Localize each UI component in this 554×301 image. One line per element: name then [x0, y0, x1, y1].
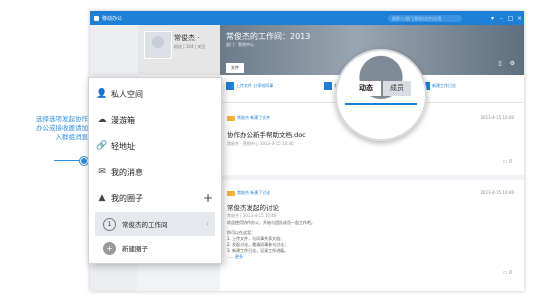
person-icon: 👤	[96, 89, 108, 99]
menu-item-label: 私人空间	[111, 89, 143, 99]
workspace-title: 常俊杰的工作间：2013	[226, 32, 311, 41]
plus-circle-icon: +	[103, 241, 116, 255]
profile-info: 粉丝 | 104 | 关注	[174, 44, 206, 49]
annotation-text: 选择选项发起协作办公或接收邀请加入群组消息	[36, 115, 88, 141]
post-type-icon	[227, 115, 235, 121]
menu-item-roaming-box[interactable]: ☁ 漫游箱	[89, 108, 221, 132]
comment-count[interactable]: ▭ 0	[502, 270, 512, 276]
menu-item-private-space[interactable]: 👤 私人空间	[89, 82, 221, 106]
link-icon: 🔗	[96, 141, 108, 151]
nav-popup-menu: 👤 私人空间 ☁ 漫游箱 🔗 轻地址 ✉ 我的消息 ▲ 我的圈子 + 1 常俊杰…	[88, 77, 222, 264]
tab-members[interactable]: 成员	[383, 81, 411, 96]
workspace-subtitle: 部门：营销中心	[226, 42, 254, 47]
post-time: 2013-4-15 10:40	[480, 115, 515, 120]
post-title[interactable]: 常俊杰发起的讨论	[227, 202, 279, 212]
post-time: 2013-4-15 10:40	[480, 190, 515, 195]
upload-icon	[226, 82, 234, 90]
add-circle-icon[interactable]: +	[203, 191, 213, 205]
discussion-icon	[324, 82, 332, 90]
create-circle-label: 新建圈子	[122, 245, 148, 253]
profile-header: 常俊杰 · 粉丝 | 104 | 关注 常俊杰的工作间：2013 部门：营销中心…	[138, 25, 524, 75]
circle-number-badge: 1	[103, 217, 116, 231]
minimize-button[interactable]: –	[497, 15, 506, 22]
menu-item-label: 漫游箱	[111, 115, 135, 125]
menu-item-my-messages[interactable]: ✉ 我的消息	[89, 160, 221, 184]
menu-item-label: 轻地址	[111, 141, 135, 151]
dropdown-icon[interactable]: ▾	[488, 15, 497, 22]
post-author: 常俊杰 新建了讨论	[227, 190, 270, 196]
tab-underline	[345, 103, 417, 105]
zoom-magnifier: 动态 成员	[335, 49, 427, 141]
menu-item-my-circles[interactable]: ▲ 我的圈子 +	[89, 186, 221, 210]
log-label: 新建工作日志	[432, 83, 456, 88]
post-title[interactable]: 协作办公新手帮助文档.doc	[227, 129, 306, 139]
post-body: 欢迎使用协作办公，开始与团队成员一起工作吧。 你可以在这里： 1. 上传文件，与…	[227, 220, 447, 260]
collapse-triangle-icon: ▲	[98, 193, 106, 203]
read-more-link[interactable]: ……更多	[227, 254, 447, 260]
close-button[interactable]: ×	[515, 15, 524, 22]
tab-files[interactable]: 文件	[226, 63, 244, 73]
post-type-icon	[227, 190, 235, 196]
comment-count[interactable]: ▭ 0	[502, 159, 512, 165]
title-bar: 移动办公 搜索人/部门/群组/文件/应用 ▾ – □ ×	[90, 11, 524, 25]
post-author: 常俊杰 新建了文件	[227, 115, 270, 121]
maximize-button[interactable]: □	[506, 15, 515, 22]
global-search-input[interactable]: 搜索人/部门/群组/文件/应用	[388, 14, 462, 22]
chevron-right-icon: ›	[206, 220, 209, 228]
app-logo-icon	[94, 15, 99, 21]
upload-file-button[interactable]: 上传文件 分享给同事	[226, 82, 273, 96]
message-icon: ✉	[98, 167, 106, 177]
feed-item: 常俊杰 新建了讨论 2013-4-15 10:40 常俊杰发起的讨论 常俊杰 |…	[220, 180, 524, 290]
banner-settings-icons[interactable]: ▯ ⚙	[498, 60, 518, 67]
upload-label: 上传文件 分享给同事	[236, 83, 274, 88]
create-circle-button[interactable]: + 新建圈子	[95, 236, 215, 260]
circle-item-workspace[interactable]: 1 常俊杰的工作间 ›	[95, 212, 215, 236]
menu-item-label: 我的消息	[111, 167, 143, 177]
post-meta: 常俊杰 · 营销中心 2013-4-15 10:40	[227, 141, 294, 146]
profile-name: 常俊杰 ·	[174, 34, 200, 42]
new-log-button[interactable]: 新建工作日志	[422, 82, 456, 96]
tab-activity[interactable]: 动态	[351, 81, 381, 96]
post-meta: 常俊杰 | 2013-4-15 10:40	[227, 213, 277, 218]
menu-item-label: 我的圈子	[111, 193, 143, 203]
menu-item-light-address[interactable]: 🔗 轻地址	[89, 134, 221, 158]
avatar[interactable]	[144, 31, 172, 59]
app-title: 移动办公	[102, 15, 123, 22]
circle-item-label: 常俊杰的工作间	[122, 221, 168, 229]
cloud-icon: ☁	[97, 115, 107, 125]
annotation-dot	[80, 157, 88, 165]
